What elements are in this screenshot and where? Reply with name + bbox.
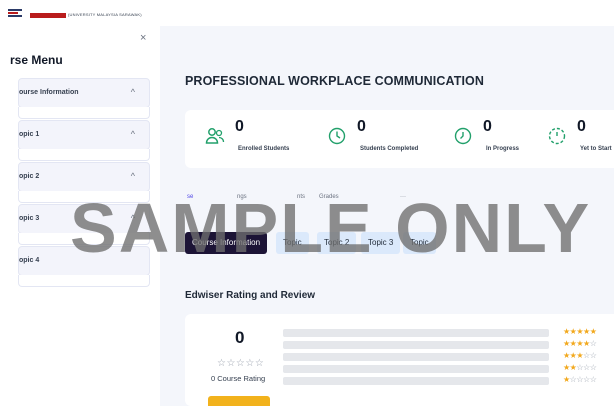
top-bar: (UNIVERSITY MALAYSIA SARAWAK) — [0, 0, 614, 26]
star-icon: ☆ — [589, 339, 597, 348]
brand-badge — [30, 13, 66, 18]
star-icon: ☆ — [589, 375, 597, 384]
star-icon: ★ — [563, 375, 570, 384]
timer-icon — [547, 126, 567, 151]
rating-bar-1 — [283, 377, 549, 385]
rate-button[interactable] — [208, 396, 270, 406]
star-icon: ☆ — [589, 351, 597, 360]
stats-card: 0 Enrolled Students 0 Students Completed… — [185, 110, 614, 168]
accordion-body — [18, 107, 150, 119]
sidebar-item-label: ourse Information — [19, 89, 79, 96]
stat-value: 0 — [357, 118, 366, 135]
star-icon: ★ — [563, 327, 570, 336]
rating-bar-3 — [283, 353, 549, 361]
star-icon: ★ — [576, 327, 584, 336]
average-stars: ☆☆☆☆☆ — [217, 358, 265, 369]
sidebar-item-label: opic 2 — [19, 173, 40, 180]
star-icon: ★ — [563, 351, 570, 360]
course-title: PROFESSIONAL WORKPLACE COMMUNICATION — [185, 74, 484, 88]
sidebar-item-topic-1[interactable]: opic 1 ^ — [18, 120, 150, 150]
chevron-up-icon: ^ — [130, 171, 135, 181]
star-icon: ☆ — [583, 363, 590, 372]
stat-label: Enrolled Students — [238, 146, 290, 152]
stat-label: In Progress — [486, 146, 520, 152]
star-row-1: ★☆☆☆☆ — [563, 375, 597, 384]
star-icon: ☆ — [589, 363, 597, 372]
close-icon[interactable]: × — [140, 32, 146, 44]
sidebar-item-label: opic 4 — [19, 257, 40, 264]
rating-bar-4 — [283, 341, 549, 349]
clock-icon — [327, 126, 347, 151]
accordion-body — [18, 149, 150, 161]
rating-bar-5 — [283, 329, 549, 337]
stat-label: Yet to Start — [580, 146, 612, 152]
sidebar-item-course-information[interactable]: ourse Information ^ — [18, 78, 150, 108]
star-row-5: ★★★★★ — [563, 327, 597, 336]
star-row-2: ★★☆☆☆ — [563, 363, 597, 372]
star-icon: ★ — [583, 327, 590, 336]
sidebar-item-topic-2[interactable]: opic 2 ^ — [18, 162, 150, 192]
progress-clock-icon — [453, 126, 473, 151]
sample-only-watermark: SAMPLE ONLY — [70, 189, 592, 267]
average-rating: 0 — [235, 328, 245, 347]
stat-label: Students Completed — [360, 146, 419, 152]
menu-logo-icon[interactable] — [8, 9, 22, 17]
chevron-up-icon: ^ — [130, 87, 135, 97]
star-icon: ★ — [583, 339, 590, 348]
star-row-4: ★★★★☆ — [563, 339, 597, 348]
stat-value: 0 — [235, 118, 244, 135]
star-icon: ☆ — [583, 351, 590, 360]
star-row-3: ★★★☆☆ — [563, 351, 597, 360]
course-menu-title: rse Menu — [10, 53, 63, 67]
users-icon — [205, 126, 225, 151]
sidebar-item-label: opic 1 — [19, 131, 40, 138]
star-icon: ☆ — [583, 375, 590, 384]
accordion-body — [18, 275, 150, 287]
rating-card: 0 ☆☆☆☆☆ 0 Course Rating ★★★★★ ★★★★☆ ★★★☆☆ ★… — [185, 314, 614, 406]
star-icon: ☆ — [576, 375, 584, 384]
sidebar-item-label: opic 3 — [19, 215, 40, 222]
chevron-up-icon: ^ — [130, 129, 135, 139]
star-icon: ★ — [576, 351, 584, 360]
star-icon: ★ — [563, 363, 570, 372]
stat-value: 0 — [577, 118, 586, 135]
rating-title: Edwiser Rating and Review — [185, 290, 316, 301]
rating-bar-2 — [283, 365, 549, 373]
star-icon: ★ — [563, 339, 570, 348]
star-icon: ★ — [576, 339, 584, 348]
stat-value: 0 — [483, 118, 492, 135]
rating-count: 0 Course Rating — [211, 374, 266, 383]
star-icon: ★ — [589, 327, 597, 336]
star-icon: ☆ — [576, 363, 584, 372]
brand-text: (UNIVERSITY MALAYSIA SARAWAK) — [68, 12, 142, 17]
